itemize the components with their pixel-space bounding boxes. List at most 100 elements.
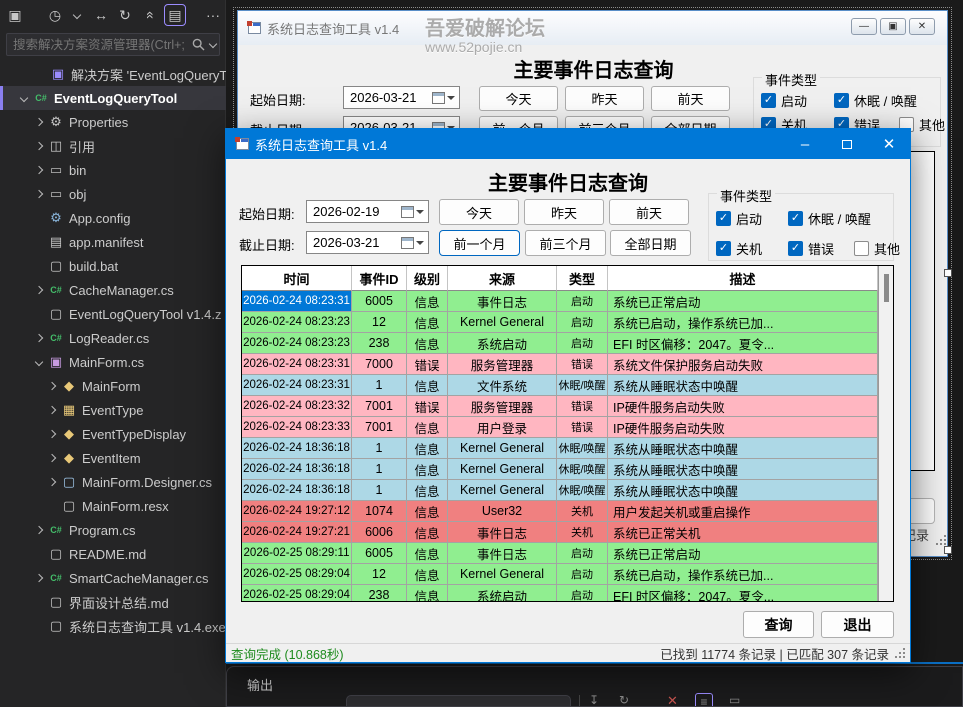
table-row[interactable]: 2026-02-24 19:27:121074信息User32关机用户发起关机或… (242, 501, 878, 522)
tree-item[interactable]: ◆MainForm (0, 374, 226, 398)
table-row[interactable]: 2026-02-24 18:36:181信息Kernel General休眠/唤… (242, 459, 878, 480)
table-cell[interactable]: 2026-02-25 08:29:04 (242, 564, 352, 585)
expand-chevron-icon[interactable] (35, 334, 43, 342)
table-cell[interactable]: IP硬件服务启动失败 (608, 396, 878, 417)
table-row[interactable]: 2026-02-25 08:29:0412信息Kernel General启动系… (242, 564, 878, 585)
event-type-checkbox[interactable]: ✓关机 (716, 239, 788, 258)
event-type-checkbox[interactable]: ✓启动 (761, 91, 834, 110)
tree-item[interactable]: ▣MainForm.cs (0, 350, 226, 374)
table-row[interactable]: 2026-02-24 08:23:316005信息事件日志启动系统已正常启动 (242, 291, 878, 312)
table-cell[interactable]: 用户发起关机或重启操作 (608, 501, 878, 522)
table-cell[interactable]: 信息 (407, 312, 448, 333)
expand-chevron-icon[interactable] (48, 478, 56, 486)
tree-item[interactable]: ▭bin (0, 158, 226, 182)
designer-exit-button-partial[interactable] (907, 498, 935, 524)
designer-quick-button-0[interactable]: 今天 (479, 86, 558, 111)
table-cell[interactable]: 错误 (407, 396, 448, 417)
table-cell[interactable]: 事件日志 (448, 543, 557, 564)
tree-item[interactable]: C#EventLogQueryTool (0, 86, 226, 110)
table-cell[interactable]: 系统已启动，操作系统已加... (608, 564, 878, 585)
quick-date-button-1[interactable]: 昨天 (524, 199, 604, 225)
table-cell[interactable]: 系统已正常启动 (608, 543, 878, 564)
sync-selection-icon[interactable]: ↔ (90, 4, 112, 26)
table-row[interactable]: 2026-02-24 08:23:317000错误服务管理器错误系统文件保护服务… (242, 354, 878, 375)
table-cell[interactable]: 信息 (407, 543, 448, 564)
tree-item[interactable]: ◆EventItem (0, 446, 226, 470)
tree-item[interactable]: C#LogReader.cs (0, 326, 226, 350)
expand-chevron-icon[interactable] (35, 358, 43, 366)
table-cell[interactable]: 2026-02-24 18:36:18 (242, 480, 352, 501)
expand-chevron-icon[interactable] (35, 118, 43, 126)
tree-item[interactable]: ▤app.manifest (0, 230, 226, 254)
table-cell[interactable]: 启动 (557, 333, 608, 354)
table-cell[interactable]: 238 (352, 333, 407, 354)
tree-item[interactable]: ◆EventTypeDisplay (0, 422, 226, 446)
table-cell[interactable]: EFI 时区偏移：2047。夏令... (608, 585, 878, 601)
tree-item[interactable]: C#SmartCacheManager.cs (0, 566, 226, 590)
maximize-button[interactable]: ▣ (880, 18, 906, 35)
expand-chevron-icon[interactable] (20, 94, 28, 102)
event-type-checkbox[interactable]: ✓休眠 / 唤醒 (834, 91, 917, 110)
table-cell[interactable]: EFI 时区偏移：2047。夏令... (608, 333, 878, 354)
scroll-icon[interactable]: ↧ (589, 693, 599, 707)
tree-item[interactable]: ▢build.bat (0, 254, 226, 278)
table-cell[interactable]: 信息 (407, 522, 448, 543)
tree-item[interactable]: ▢系统日志查询工具 v1.4.exe (0, 614, 226, 638)
table-cell[interactable]: Kernel General (448, 564, 557, 585)
table-row[interactable]: 2026-02-24 18:36:181信息Kernel General休眠/唤… (242, 480, 878, 501)
table-cell[interactable]: 6006 (352, 522, 407, 543)
table-cell[interactable]: 238 (352, 585, 407, 601)
table-cell[interactable]: 12 (352, 312, 407, 333)
table-cell[interactable]: 1 (352, 459, 407, 480)
table-row[interactable]: 2026-02-25 08:29:04238信息系统启动启动EFI 时区偏移：2… (242, 585, 878, 601)
column-header-2[interactable]: 级别 (407, 266, 448, 291)
range-date-button-1[interactable]: 前三个月 (525, 230, 606, 256)
tree-item[interactable]: ▢界面设计总结.md (0, 590, 226, 614)
tree-item[interactable]: ⚙App.config (0, 206, 226, 230)
column-header-5[interactable]: 描述 (608, 266, 878, 291)
preview-selected-icon[interactable]: ▤ (164, 4, 186, 26)
column-header-4[interactable]: 类型 (557, 266, 608, 291)
table-cell[interactable]: 错误 (557, 354, 608, 375)
pin-icon[interactable]: ▭ (729, 693, 740, 707)
table-cell[interactable]: 信息 (407, 564, 448, 585)
table-cell[interactable]: 关机 (557, 501, 608, 522)
table-cell[interactable]: 信息 (407, 291, 448, 312)
table-cell[interactable]: 2026-02-24 08:23:23 (242, 312, 352, 333)
table-cell[interactable]: 2026-02-24 08:23:31 (242, 291, 352, 312)
table-cell[interactable]: 1 (352, 438, 407, 459)
expand-chevron-icon[interactable] (48, 454, 56, 462)
table-cell[interactable]: User32 (448, 501, 557, 522)
table-cell[interactable]: Kernel General (448, 480, 557, 501)
table-cell[interactable]: 2026-02-24 18:36:18 (242, 459, 352, 480)
expand-chevron-icon[interactable] (35, 286, 43, 294)
column-header-1[interactable]: 事件ID (352, 266, 407, 291)
table-cell[interactable]: IP硬件服务启动失败 (608, 417, 878, 438)
designer-quick-button-2[interactable]: 前天 (651, 86, 730, 111)
table-cell[interactable]: 1 (352, 375, 407, 396)
tree-item[interactable]: ▢EventLogQueryTool v1.4.z (0, 302, 226, 326)
table-row[interactable]: 2026-02-24 08:23:311信息文件系统休眠/唤醒系统从睡眠状态中唤… (242, 375, 878, 396)
event-type-checkbox[interactable]: ✓休眠 / 唤醒 (788, 209, 871, 228)
table-cell[interactable]: 信息 (407, 459, 448, 480)
table-cell[interactable]: 服务管理器 (448, 354, 557, 375)
collapse-all-icon[interactable]: « (140, 4, 162, 26)
table-cell[interactable]: 信息 (407, 375, 448, 396)
start-date-picker[interactable]: 2026-03-21 (343, 86, 460, 109)
table-cell[interactable]: 信息 (407, 585, 448, 601)
start-date-picker[interactable]: 2026-02-19 (306, 200, 429, 223)
designer-resize-handle-corner[interactable] (944, 546, 952, 554)
refresh-icon[interactable]: ↻ (114, 4, 136, 26)
exit-button[interactable]: 退出 (821, 611, 894, 638)
table-cell[interactable]: 系统已正常关机 (608, 522, 878, 543)
table-cell[interactable]: 2026-02-24 08:23:33 (242, 417, 352, 438)
tree-item[interactable]: ▢MainForm.resx (0, 494, 226, 518)
output-source-dropdown[interactable] (346, 695, 571, 707)
tree-item[interactable]: ⚙Properties (0, 110, 226, 134)
table-cell[interactable]: 系统启动 (448, 585, 557, 601)
table-cell[interactable]: 2026-02-25 08:29:11 (242, 543, 352, 564)
table-cell[interactable]: 错误 (407, 354, 448, 375)
close-button[interactable]: ✕ (868, 129, 910, 159)
designer-resize-handle-right[interactable] (944, 269, 952, 277)
expand-chevron-icon[interactable] (35, 526, 43, 534)
